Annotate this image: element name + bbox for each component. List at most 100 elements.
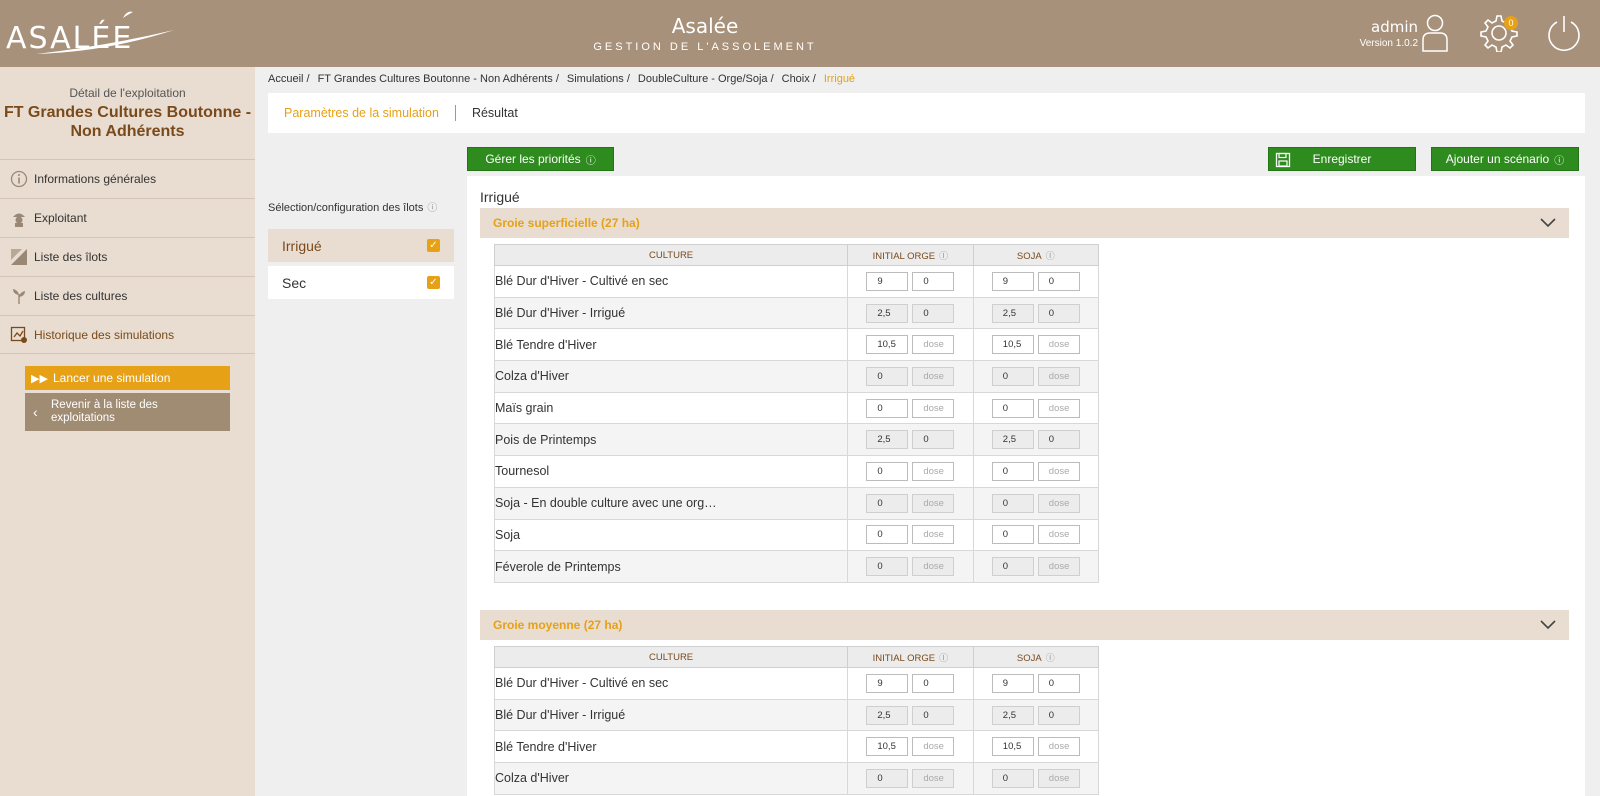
surface-input[interactable]: 2,5 — [866, 303, 909, 323]
dose-input[interactable]: dose — [1037, 461, 1080, 481]
add-scenario-button[interactable]: Ajouter un scénario ⓘ — [1431, 147, 1579, 171]
dose-input[interactable]: dose — [1037, 335, 1080, 355]
surface-input[interactable]: 2,5 — [991, 705, 1034, 725]
dose-input[interactable]: dose — [912, 366, 955, 386]
culture-name: Blé Dur d'Hiver - Cultivé en sec — [493, 265, 849, 298]
back-to-list-button[interactable]: ‹ Revenir à la liste des exploitations — [25, 393, 230, 431]
dose-input[interactable]: dose — [912, 461, 955, 481]
info-icon: ⓘ — [427, 203, 438, 214]
dose-input[interactable]: dose — [912, 335, 955, 355]
surface-input[interactable]: 2,5 — [866, 705, 909, 725]
sidebar-item-ilots[interactable]: Liste des îlots — [0, 237, 255, 276]
checkbox-checked[interactable]: ✓ — [427, 239, 440, 252]
save-button[interactable]: Enregistrer — [1268, 147, 1416, 171]
sidebar-item-cultures[interactable]: Liste des cultures — [0, 276, 255, 315]
sidebar-item-historique[interactable]: Historique des simulations — [0, 315, 255, 354]
save-icon — [1275, 152, 1291, 168]
surface-input[interactable]: 9 — [866, 271, 909, 291]
surface-input[interactable]: 0 — [866, 557, 909, 577]
dose-input[interactable]: dose — [1037, 398, 1080, 418]
dose-input[interactable]: 0 — [912, 705, 955, 725]
initial-orge-cell: 0 dose — [847, 455, 974, 488]
user-icon[interactable] — [1421, 14, 1449, 52]
dose-input[interactable]: dose — [1037, 493, 1080, 513]
surface-input[interactable]: 9 — [991, 673, 1034, 693]
surface-input[interactable]: 9 — [991, 271, 1034, 291]
breadcrumb-item[interactable]: Choix / — [782, 73, 816, 85]
dose-input[interactable]: 0 — [1037, 271, 1080, 291]
breadcrumb-item[interactable]: FT Grandes Cultures Boutonne - Non Adhér… — [318, 73, 559, 85]
dose-input[interactable]: 0 — [1037, 705, 1080, 725]
tab-resultat[interactable]: Résultat — [456, 106, 534, 120]
launch-simulation-button[interactable]: ▶▶ Lancer une simulation — [25, 366, 230, 390]
dose-input[interactable]: 0 — [1037, 673, 1080, 693]
dose-input[interactable]: 0 — [912, 430, 955, 450]
surface-input[interactable]: 10,5 — [991, 737, 1034, 757]
history-icon — [10, 326, 32, 344]
culture-name: Tournesol — [493, 455, 849, 488]
ilot-option-label: Sec — [282, 274, 307, 291]
surface-input[interactable]: 0 — [991, 557, 1034, 577]
power-icon[interactable] — [1546, 14, 1582, 52]
tab-parametres[interactable]: Paramètres de la simulation — [268, 106, 455, 120]
checkbox-checked[interactable]: ✓ — [427, 276, 440, 289]
ilot-option-sec[interactable]: Sec ✓ — [268, 266, 454, 299]
dose-input[interactable]: dose — [912, 525, 955, 545]
dose-input[interactable]: 0 — [912, 303, 955, 323]
group-header[interactable]: Groie superficielle (27 ha) — [480, 208, 1569, 238]
surface-input[interactable]: 0 — [991, 461, 1034, 481]
group-title: Groie moyenne (27 ha) — [493, 618, 623, 632]
dose-input[interactable]: dose — [912, 557, 955, 577]
surface-input[interactable]: 9 — [866, 673, 909, 693]
dose-input[interactable]: 0 — [912, 673, 955, 693]
surface-input[interactable]: 10,5 — [866, 737, 909, 757]
side-menu: Informations générales Exploitant Liste … — [0, 159, 255, 354]
breadcrumb-item[interactable]: DoubleCulture - Orge/Soja / — [638, 73, 774, 85]
sidebar-item-informations[interactable]: Informations générales — [0, 159, 255, 198]
soja-cell: 0 dose — [972, 455, 1100, 488]
ilot-option-irrigue[interactable]: Irrigué ✓ — [268, 229, 454, 262]
breadcrumb-item[interactable]: Accueil / — [268, 73, 310, 85]
soja-cell: 0 dose — [972, 762, 1100, 795]
dose-input[interactable]: dose — [1037, 557, 1080, 577]
dose-input[interactable]: dose — [1037, 366, 1080, 386]
surface-input[interactable]: 0 — [866, 768, 909, 788]
breadcrumb-item[interactable]: Simulations / — [567, 73, 630, 85]
surface-input[interactable]: 0 — [866, 493, 909, 513]
manage-priorities-button[interactable]: Gérer les priorités ⓘ — [467, 147, 614, 171]
surface-input[interactable]: 0 — [866, 461, 909, 481]
dose-input[interactable]: dose — [912, 768, 955, 788]
info-icon: ⓘ — [1554, 155, 1565, 167]
save-label: Enregistrer — [1312, 152, 1372, 166]
dose-input[interactable]: dose — [912, 493, 955, 513]
surface-input[interactable]: 2,5 — [991, 303, 1034, 323]
chevron-down-icon[interactable] — [1540, 620, 1556, 630]
dose-input[interactable]: 0 — [1037, 303, 1080, 323]
surface-input[interactable]: 0 — [866, 525, 909, 545]
dose-input[interactable]: dose — [912, 737, 955, 757]
sidebar-item-exploitant[interactable]: Exploitant — [0, 198, 255, 237]
dose-input[interactable]: dose — [1037, 768, 1080, 788]
surface-input[interactable]: 0 — [866, 366, 909, 386]
table-row: Soja 0 dose 0 dose — [493, 518, 1100, 552]
surface-input[interactable]: 0 — [991, 398, 1034, 418]
dose-input[interactable]: 0 — [1037, 430, 1080, 450]
surface-input[interactable]: 0 — [991, 525, 1034, 545]
surface-input[interactable]: 10,5 — [991, 335, 1034, 355]
surface-input[interactable]: 2,5 — [866, 430, 909, 450]
surface-input[interactable]: 0 — [991, 366, 1034, 386]
group-header[interactable]: Groie moyenne (27 ha) — [480, 610, 1569, 640]
sidebar: Détail de l'exploitation FT Grandes Cult… — [0, 67, 255, 796]
surface-input[interactable]: 2,5 — [991, 430, 1034, 450]
surface-input[interactable]: 0 — [991, 768, 1034, 788]
dose-input[interactable]: 0 — [912, 271, 955, 291]
surface-input[interactable]: 0 — [991, 493, 1034, 513]
chevron-down-icon[interactable] — [1540, 218, 1556, 228]
dose-input[interactable]: dose — [1037, 737, 1080, 757]
surface-input[interactable]: 0 — [866, 398, 909, 418]
dose-input[interactable]: dose — [912, 398, 955, 418]
surface-input[interactable]: 10,5 — [866, 335, 909, 355]
user-info[interactable]: admin Version 1.0.2 — [1360, 18, 1418, 49]
dose-input[interactable]: dose — [1037, 525, 1080, 545]
table-row: Blé Dur d'Hiver - Cultivé en sec 9 0 9 0 — [493, 667, 1100, 700]
